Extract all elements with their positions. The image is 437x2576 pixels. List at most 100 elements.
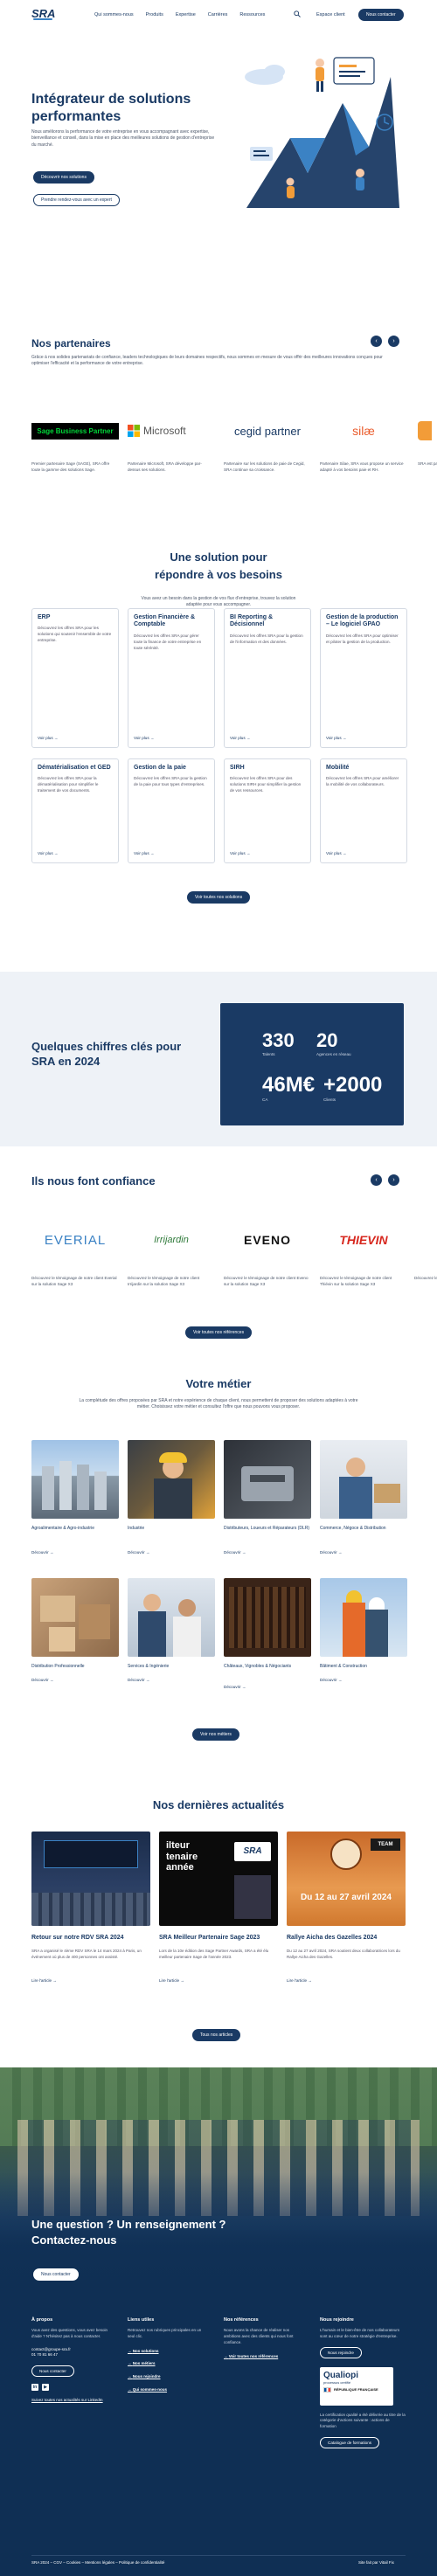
news-text-award: Lors de la 10e édition des Sage Partner … — [159, 1949, 269, 1959]
client-logo-irrijardin[interactable]: Irrijardin — [128, 1227, 215, 1253]
solution-card-mobilite[interactable]: Mobilité Découvrez les offres SRA pour a… — [320, 758, 407, 863]
client-logo-eveno[interactable]: EVENO — [224, 1227, 311, 1253]
youtube-icon[interactable]: ▶ — [42, 2384, 49, 2391]
search-icon[interactable] — [294, 10, 301, 17]
partner-logo-partial[interactable] — [418, 418, 437, 444]
news-photo-rallye[interactable]: TEAM Du 12 au 27 avril 2024 — [287, 1832, 406, 1926]
solution-card-more[interactable]: Voir plus → — [134, 851, 155, 855]
news-more-rallye[interactable]: Lire l'article → — [287, 1978, 312, 1983]
solution-card-ged[interactable]: Dématérialisation et GED Découvrez les o… — [31, 758, 119, 863]
partner-logo-silae[interactable]: silæ — [320, 418, 407, 444]
solution-card-erp[interactable]: ERP Découvrez les offres SRA pour les so… — [31, 608, 119, 748]
trust-prev-button[interactable]: ‹ — [371, 1174, 382, 1186]
footer-link-solutions[interactable]: → Nos solutions — [128, 2349, 206, 2355]
sector-label-commerce[interactable]: Commerce, Négoce & Distribution — [320, 1526, 407, 1532]
nav-carrieres[interactable]: Carrières — [208, 12, 228, 17]
footer-credit[interactable]: Site fait par Vitail Fix — [358, 2560, 394, 2566]
republique-label: RÉPUBLIQUE FRANÇAISE — [334, 2387, 378, 2392]
footer-link-rejoindre[interactable]: → Nous rejoindre — [128, 2374, 206, 2380]
news-more-rdv[interactable]: Lire l'article → — [31, 1978, 57, 1983]
solution-card-more[interactable]: Voir plus → — [326, 736, 347, 740]
client-space-link[interactable]: Espace client — [316, 12, 345, 17]
news-title-rdv[interactable]: Retour sur notre RDV SRA 2024 — [31, 1935, 150, 1941]
solution-card-sirh[interactable]: SIRH Découvrez les offres SRA pour des s… — [224, 758, 311, 863]
linkedin-icon[interactable]: in — [31, 2384, 38, 2391]
sector-more-dlr[interactable]: Découvrir → — [224, 1550, 246, 1555]
hero-appointment-button[interactable]: Prendre rendez-vous avec un expert — [33, 194, 120, 206]
partner-logo-cegid[interactable]: cegid partner — [224, 418, 311, 444]
solution-card-paie[interactable]: Gestion de la paie Découvrez les offres … — [128, 758, 215, 863]
footer-social-text[interactable]: Suivez toutes nos actualités sur LinkedI… — [31, 2398, 110, 2404]
sector-more-batiment[interactable]: Découvrir → — [320, 1678, 343, 1682]
all-sectors-button[interactable]: Voir nos métiers — [192, 1728, 239, 1741]
solution-card-more[interactable]: Voir plus → — [38, 851, 59, 855]
solution-card-bi[interactable]: BI Reporting & Décisionnel Découvrez les… — [224, 608, 311, 748]
partner-text-partial: SRA est partenaire — [418, 461, 437, 466]
footer-link-metiers[interactable]: → Nos métiers — [128, 2361, 206, 2367]
sector-label-dlr[interactable]: Distributeurs, Loueurs et Réparateurs (D… — [224, 1526, 311, 1532]
news-title: Nos dernières actualités — [152, 1798, 285, 1811]
sector-more-distribution[interactable]: Découvrir → — [31, 1678, 54, 1682]
sector-more-commerce[interactable]: Découvrir → — [320, 1550, 343, 1555]
solution-card-more[interactable]: Voir plus → — [326, 851, 347, 855]
footer-contact-button[interactable]: Nous contacter — [31, 2365, 74, 2377]
footer-legal[interactable]: SRA 2024 – CGV – Cookies – Mentions léga… — [31, 2560, 164, 2566]
news-more-award[interactable]: Lire l'article → — [159, 1978, 184, 1983]
sector-label-industrie[interactable]: Industrie — [128, 1526, 215, 1532]
solution-card-more[interactable]: Voir plus → — [230, 851, 251, 855]
footer-join-button[interactable]: Nous rejoindre — [320, 2346, 362, 2358]
partners-next-button[interactable]: › — [388, 336, 399, 347]
sector-label-distribution[interactable]: Distribution Professionnelle — [31, 1664, 119, 1670]
news-text-rdv: SRA a organisé le 4ème RDV SRA le 14 mar… — [31, 1949, 142, 1959]
news-photo-rallye-text: Du 12 au 27 avril 2024 — [301, 1893, 392, 1902]
client-logo-everial[interactable]: EVERIAL — [31, 1227, 119, 1253]
sector-more-chateaux[interactable]: Découvrir → — [224, 1685, 246, 1689]
footer-refs-link[interactable]: → Voir toutes nos références — [224, 2354, 302, 2360]
sector-photo-agro[interactable] — [31, 1440, 119, 1519]
nav-qui-sommes-nous[interactable]: Qui sommes-nous — [94, 12, 134, 17]
nav-ressources[interactable]: Ressources — [239, 12, 265, 17]
all-articles-button[interactable]: Tous nos articles — [192, 2029, 241, 2041]
sector-photo-distribution[interactable] — [31, 1578, 119, 1657]
sector-more-industrie[interactable]: Découvrir → — [128, 1550, 150, 1555]
solution-card-more[interactable]: Voir plus → — [38, 736, 59, 740]
news-photo-award-text: ilteur tenaire année — [166, 1840, 198, 1873]
news-photo-rdv[interactable] — [31, 1832, 150, 1926]
footer-catalogue-button[interactable]: Catalogue de formations — [320, 2436, 380, 2448]
header-contact-button[interactable]: Nous contacter — [358, 9, 404, 21]
sector-photo-batiment[interactable] — [320, 1578, 407, 1657]
solution-card-more[interactable]: Voir plus → — [134, 736, 155, 740]
all-references-button[interactable]: Voir toutes nos références — [185, 1326, 253, 1339]
hero-solutions-button[interactable]: Découvrir nos solutions — [33, 171, 94, 184]
sector-more-agro[interactable]: Découvrir → — [31, 1550, 54, 1555]
solution-card-more[interactable]: Voir plus → — [230, 736, 251, 740]
footer-phone[interactable]: 01 70 81 66 47 — [31, 2352, 110, 2358]
partners-prev-button[interactable]: ‹ — [371, 336, 382, 347]
news-title-award[interactable]: SRA Meilleur Partenaire Sage 2023 — [159, 1935, 278, 1941]
main-nav: Qui sommes-nous Produits Expertise Carri… — [94, 12, 265, 17]
nav-expertise[interactable]: Expertise — [176, 12, 196, 17]
solution-card-finance[interactable]: Gestion Financière & Comptable Découvrez… — [128, 608, 215, 748]
sector-label-batiment[interactable]: Bâtiment & Construction — [320, 1664, 407, 1670]
trust-next-button[interactable]: › — [388, 1174, 399, 1186]
news-title-rallye[interactable]: Rallye Aicha des Gazelles 2024 — [287, 1935, 406, 1941]
footer-link-qui-sommes-nous[interactable]: → Qui sommes-nous — [128, 2387, 206, 2393]
sector-label-agro[interactable]: Agroalimentaire & Agro-industrie — [31, 1526, 119, 1532]
partner-logo-sage[interactable]: Sage Business Partner — [31, 418, 119, 444]
sector-label-services[interactable]: Services & Ingénierie — [128, 1664, 215, 1670]
sector-photo-services[interactable] — [128, 1578, 215, 1657]
solution-card-gpao[interactable]: Gestion de la production – Le logiciel G… — [320, 608, 407, 748]
contact-banner-button[interactable]: Nous contacter — [33, 2268, 79, 2281]
nav-produits[interactable]: Produits — [146, 12, 163, 17]
news-photo-award[interactable]: ilteur tenaire année SRA — [159, 1832, 278, 1926]
sector-photo-commerce[interactable] — [320, 1440, 407, 1519]
sector-label-chateaux[interactable]: Châteaux, Vignobles & Négociants — [224, 1664, 311, 1670]
partner-logo-microsoft[interactable]: Microsoft — [128, 418, 215, 444]
sector-photo-industrie[interactable] — [128, 1440, 215, 1519]
all-solutions-button[interactable]: Voir toutes nos solutions — [187, 891, 251, 904]
footer-email[interactable]: contact@groupe-sra.fr — [31, 2347, 110, 2353]
sector-more-services[interactable]: Découvrir → — [128, 1678, 150, 1682]
sector-photo-dlr[interactable] — [224, 1440, 311, 1519]
client-logo-thievin[interactable]: THIEVIN — [320, 1227, 407, 1253]
sector-photo-chateaux[interactable] — [224, 1578, 311, 1657]
